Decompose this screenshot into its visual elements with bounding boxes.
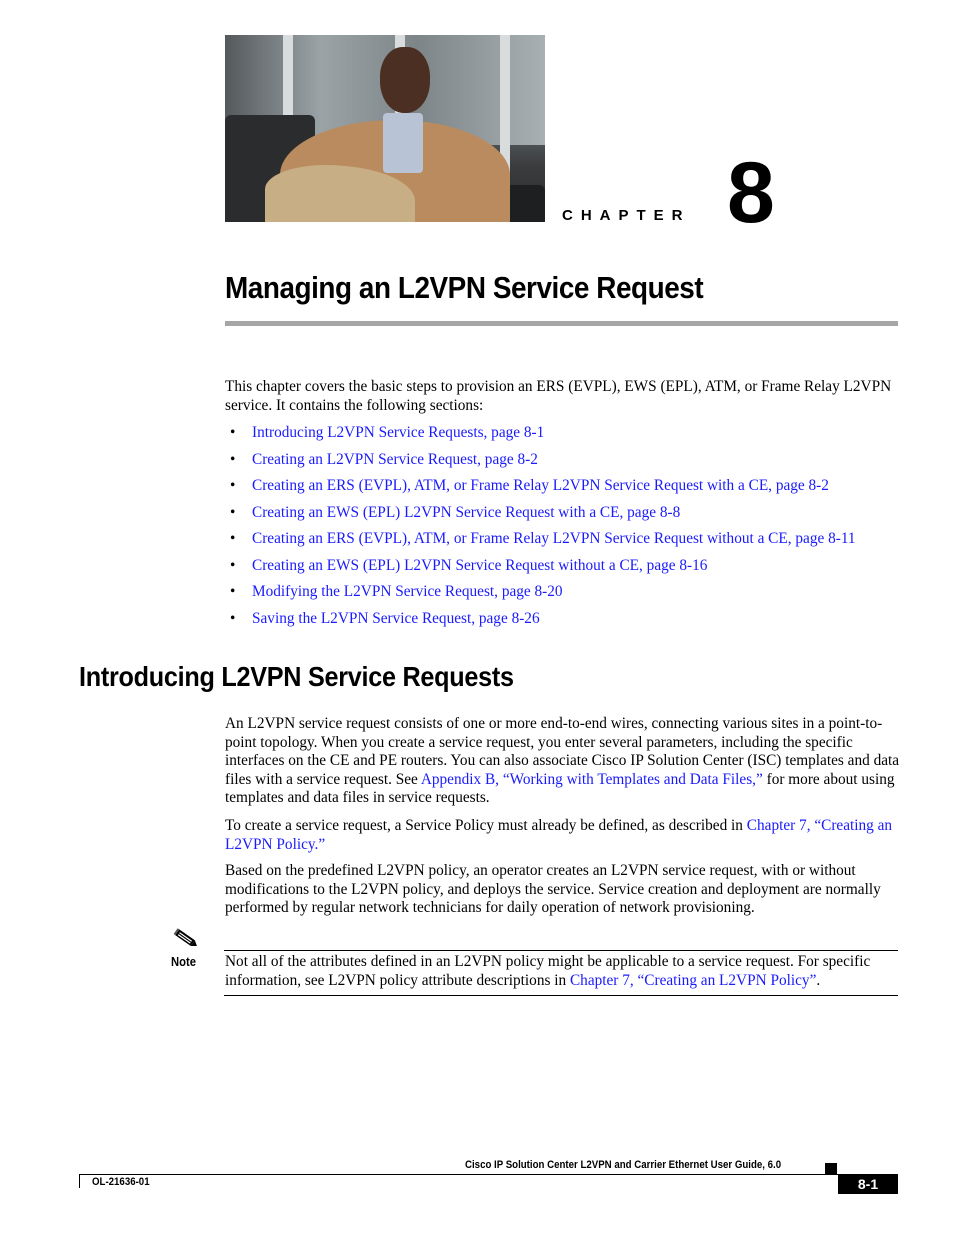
bullet-icon: • — [230, 556, 236, 574]
chapter-7-note-link[interactable]: Chapter 7, “Creating an L2VPN Policy” — [570, 972, 816, 989]
toc-link[interactable]: Modifying the L2VPN Service Request, pag… — [252, 583, 563, 600]
list-item: • Introducing L2VPN Service Requests, pag… — [230, 423, 910, 450]
bullet-icon: • — [230, 530, 236, 547]
appendix-b-link[interactable]: Appendix B, “Working with Templates and … — [421, 771, 763, 788]
bullet-icon: • — [230, 450, 236, 468]
list-item: • Creating an EWS (EPL) L2VPN Service Req… — [230, 503, 910, 530]
section-heading: Introducing L2VPN Service Requests — [79, 661, 514, 692]
list-item: • Creating an EWS (EPL) L2VPN Service Req… — [230, 556, 910, 583]
intro-paragraph: This chapter covers the basic steps to p… — [225, 378, 892, 414]
title-rule — [225, 321, 898, 326]
note-text: Not all of the attributes defined in an … — [225, 953, 905, 990]
list-item: • Creating an L2VPN Service Request, page… — [230, 450, 910, 477]
note-label: Note — [171, 955, 197, 969]
paragraph-overview: An L2VPN service request consists of one… — [225, 715, 905, 808]
footer-tick — [79, 1174, 80, 1188]
chapter-number: 8 — [727, 145, 775, 241]
bullet-icon: • — [230, 503, 236, 521]
list-item: • Creating an ERS (EVPL), ATM, or Frame R… — [230, 529, 910, 556]
paragraph-operator: Based on the predefined L2VPN policy, an… — [225, 862, 881, 917]
note-rule-top — [224, 950, 898, 951]
list-item: • Saving the L2VPN Service Request, page … — [230, 609, 910, 636]
toc-link[interactable]: Saving the L2VPN Service Request, page 8… — [252, 610, 540, 627]
pencil-icon — [172, 928, 200, 950]
section-list: • Introducing L2VPN Service Requests, pag… — [230, 423, 910, 635]
bullet-icon: • — [230, 609, 236, 627]
page-number: 8-1 — [838, 1174, 898, 1194]
toc-link[interactable]: Creating an ERS (EVPL), ATM, or Frame Re… — [252, 530, 856, 547]
chapter-title: Managing an L2VPN Service Request — [225, 270, 704, 305]
list-item: • Modifying the L2VPN Service Request, pa… — [230, 582, 910, 609]
bullet-icon: • — [230, 424, 236, 441]
toc-link[interactable]: Creating an ERS (EVPL), ATM, or Frame Re… — [252, 477, 829, 494]
toc-link[interactable]: Creating an L2VPN Service Request, page … — [252, 451, 538, 468]
toc-link[interactable]: Creating an EWS (EPL) L2VPN Service Requ… — [252, 504, 680, 521]
paragraph-policy: To create a service request, a Service P… — [225, 817, 905, 854]
footer-doc-number: OL-21636-01 — [92, 1176, 150, 1188]
bullet-icon: • — [230, 583, 236, 600]
bullet-icon: • — [230, 477, 236, 494]
chapter-label: CHAPTER — [562, 207, 691, 224]
note-rule-bottom — [224, 995, 898, 996]
chapter-photo — [225, 35, 545, 222]
footer-rule — [79, 1174, 838, 1175]
list-item: • Creating an ERS (EVPL), ATM, or Frame R… — [230, 476, 910, 503]
footer-guide-title: Cisco IP Solution Center L2VPN and Carri… — [465, 1159, 782, 1171]
note-body: . — [816, 971, 821, 989]
paragraph-text: To create a service request, a Service P… — [225, 817, 747, 834]
toc-link[interactable]: Creating an EWS (EPL) L2VPN Service Requ… — [252, 557, 707, 574]
toc-link[interactable]: Introducing L2VPN Service Requests, page… — [252, 424, 544, 441]
